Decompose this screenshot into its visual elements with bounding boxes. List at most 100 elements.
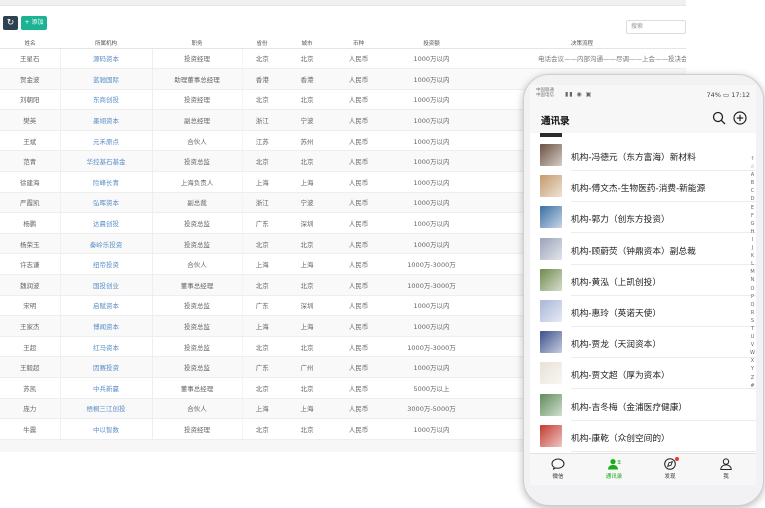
refresh-button[interactable]: ↻ (3, 16, 18, 30)
index-letter[interactable]: D (749, 195, 756, 203)
index-letter[interactable]: L (749, 260, 756, 268)
index-letter[interactable]: J (749, 244, 756, 252)
org-link[interactable]: 启赋资本 (60, 295, 153, 317)
index-letter[interactable]: Y (749, 365, 756, 373)
column-header[interactable]: 城市 (282, 38, 332, 49)
contact-item[interactable]: 机构-冯德元（东方富海）新材料 (530, 140, 756, 171)
search-input[interactable]: 搜索 (626, 20, 686, 34)
notification-dot (675, 457, 679, 461)
phone-mockup: 中国联通 中国电信 ▮▮ ◉ ▣ 74% ▭ 17:12 通讯录 机构-冯德元（… (523, 74, 764, 506)
contact-item[interactable]: 机构-康乾（众创空间的） (530, 421, 756, 452)
index-letter[interactable]: Q (749, 301, 756, 309)
contact-name: 机构-黄泓（上凯创投） (571, 277, 662, 288)
contact-item[interactable]: 机构-贾龙（天润资本） (530, 327, 756, 359)
index-letter[interactable]: G (749, 220, 756, 228)
contact-name: 机构-顾蔚荧（钟鼎资本）副总裁 (571, 246, 696, 257)
org-link[interactable]: 博闻资本 (60, 315, 153, 337)
add-button[interactable]: + 添加 (21, 16, 47, 30)
table-row[interactable]: 王星石 源码资本 投资经理 北京 北京 人民币 1000万以内 电话会议——内部沟通——尽调—… (0, 48, 686, 70)
battery-icon: ▭ (723, 91, 730, 99)
contact-item[interactable]: 机构-贾文超（厚为资本） (530, 358, 756, 390)
org-link[interactable]: 墨翊资本 (60, 109, 153, 131)
index-letter[interactable]: ↑ (749, 155, 756, 163)
org-link[interactable]: 蓝驰国际 (60, 68, 153, 90)
tab-contacts[interactable]: 通讯录 (586, 456, 642, 484)
org-link[interactable]: 元禾原点 (60, 130, 153, 152)
column-header[interactable]: 决策流程 (478, 38, 686, 49)
table-cell: 人民币 (332, 398, 385, 420)
org-link[interactable]: 华控基石基金 (60, 150, 153, 173)
org-link[interactable]: 源码资本 (60, 48, 153, 70)
table-cell: 浙江 (242, 192, 282, 214)
contact-item[interactable]: 机构-郭力（创东方投资） (530, 202, 756, 234)
org-link[interactable]: 国投创业 (60, 274, 153, 296)
org-link[interactable]: 纽帝投资 (60, 253, 153, 276)
index-letter[interactable]: W (749, 349, 756, 357)
index-letter[interactable]: M (749, 268, 756, 276)
table-cell: 苏凯 (0, 377, 61, 399)
column-header[interactable]: 姓名 (0, 38, 60, 49)
column-header[interactable]: 省份 (242, 38, 282, 49)
search-icon[interactable] (712, 111, 726, 125)
org-link[interactable]: 梧桐三江创投 (60, 398, 153, 420)
table-cell: 上海 (242, 398, 282, 420)
org-link[interactable]: 中以智数 (60, 418, 153, 440)
index-letter[interactable]: E (749, 204, 756, 212)
tab-discover[interactable]: 发现 (642, 456, 698, 484)
table-cell: 香港 (242, 68, 282, 90)
column-header[interactable]: 币种 (332, 38, 385, 49)
index-letter[interactable]: K (749, 252, 756, 260)
column-header[interactable]: 所属机构 (60, 38, 152, 49)
contact-item[interactable]: 机构-顾蔚荧（钟鼎资本）副总裁 (530, 234, 756, 265)
org-link[interactable]: 红马资本 (60, 336, 153, 358)
table-cell: 徐建海 (0, 171, 61, 193)
index-letter[interactable]: C (749, 187, 756, 195)
column-header[interactable]: 投资额 (385, 38, 478, 49)
contact-item[interactable]: 机构-吉冬梅（金浦医疗健康） (530, 390, 756, 421)
index-letter[interactable]: S (749, 317, 756, 325)
index-letter[interactable]: R (749, 309, 756, 317)
index-letter[interactable]: F (749, 212, 756, 220)
column-header[interactable]: 职务 (152, 38, 242, 49)
table-cell: 1000万以内 (385, 48, 478, 70)
index-letter[interactable]: U (749, 333, 756, 341)
table-cell: 1000万以内 (385, 356, 478, 378)
table-cell: 助理董事总经理 (152, 68, 243, 90)
index-letter[interactable]: V (749, 341, 756, 349)
contact-item[interactable]: 机构-黄泓（上凯创投） (530, 265, 756, 296)
table-cell: 1000万以内 (385, 233, 478, 255)
table-cell: 人民币 (332, 233, 385, 255)
index-letter[interactable]: N (749, 276, 756, 284)
add-circle-icon[interactable] (733, 111, 747, 125)
index-letter[interactable]: B (749, 179, 756, 187)
index-letter[interactable]: H (749, 228, 756, 236)
contact-item[interactable]: 机构-惠玲（英诺天使） (530, 296, 756, 327)
org-link[interactable]: 因赛投资 (60, 356, 153, 378)
index-letter[interactable]: I (749, 236, 756, 244)
table-cell: 宋明 (0, 295, 61, 317)
org-link[interactable]: 弘晖资本 (60, 192, 153, 214)
index-letter[interactable]: X (749, 357, 756, 365)
index-letter[interactable]: O (749, 285, 756, 293)
table-cell: 广东 (242, 212, 282, 234)
index-letter[interactable]: T (749, 325, 756, 333)
index-letter[interactable]: P (749, 293, 756, 301)
contact-name: 机构-冯德元（东方富海）新材料 (571, 153, 696, 163)
table-cell: 1000万以内 (385, 89, 478, 111)
table-cell: 投资总监 (152, 295, 243, 317)
alphabet-index[interactable]: ↑ ☆ A B C D E F G H I J K L M N O P Q R S T U V W X Y Z # (749, 155, 756, 390)
org-link[interactable]: 达晨创投 (60, 212, 153, 234)
tab-wechat[interactable]: 微信 (530, 456, 586, 484)
index-letter[interactable]: ☆ (749, 163, 756, 171)
index-letter[interactable]: A (749, 171, 756, 179)
contact-item[interactable]: 机构-傅文杰-生物医药-消费-新能源 (530, 171, 756, 203)
index-letter[interactable]: Z (749, 374, 756, 382)
org-link[interactable]: 东商创投 (60, 89, 153, 111)
index-letter[interactable]: # (749, 382, 756, 390)
org-link[interactable]: 秦岭乐投资 (60, 233, 153, 255)
org-link[interactable]: 中兵新赢 (60, 377, 153, 399)
tab-me[interactable]: 我 (698, 456, 754, 484)
table-cell: 北京 (242, 336, 282, 358)
table-cell: 人民币 (332, 150, 385, 173)
org-link[interactable]: 险峰长青 (60, 171, 153, 193)
